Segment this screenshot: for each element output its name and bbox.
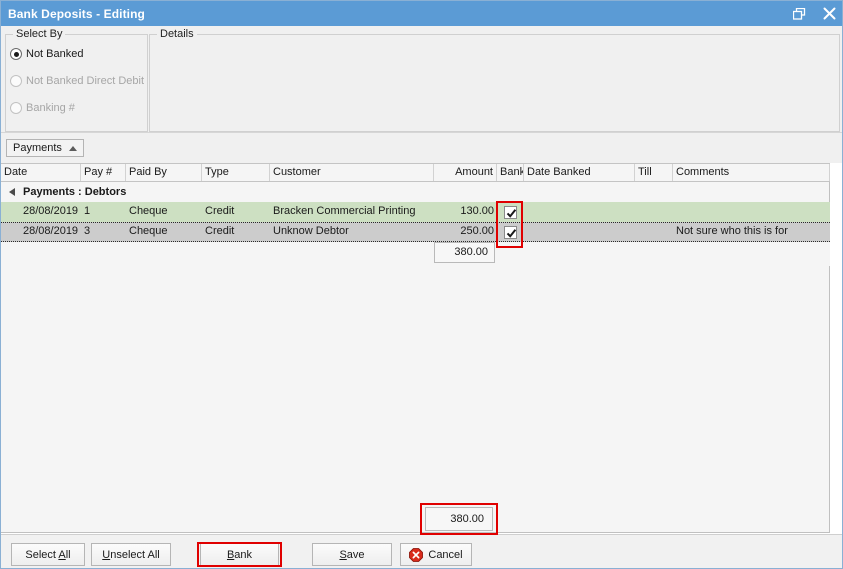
select-all-button[interactable]: Select All: [11, 543, 85, 566]
cell-paid_by: Cheque: [126, 202, 202, 222]
cell-paid_by: Cheque: [126, 223, 202, 241]
radio-indicator-banking-number: [10, 102, 22, 114]
group-total-spacer-type: [202, 242, 270, 266]
triangle-up-icon: [69, 146, 77, 151]
unselect-all-button[interactable]: Unselect All: [91, 543, 171, 566]
grid-body: 28/08/20191ChequeCreditBracken Commercia…: [1, 202, 829, 242]
table-row[interactable]: 28/08/20193ChequeCreditUnknow Debtor250.…: [1, 222, 830, 242]
cell-customer: Bracken Commercial Printing: [270, 202, 434, 222]
cell-pay_no: 1: [81, 202, 126, 222]
column-header-customer[interactable]: Customer: [270, 164, 434, 181]
table-row[interactable]: 28/08/20191ChequeCreditBracken Commercia…: [1, 202, 830, 222]
footer-button-bar: Select All Unselect All Bank Save Cancel: [1, 534, 843, 569]
group-total-spacer-paid_by: [126, 242, 202, 266]
cell-customer: Unknow Debtor: [270, 223, 434, 241]
save-button[interactable]: Save: [312, 543, 392, 566]
cell-date_banked: [524, 202, 635, 222]
cell-type: Credit: [202, 223, 270, 241]
radio-not-banked[interactable]: Not Banked: [10, 46, 83, 62]
cell-date: 28/08/2019: [1, 202, 81, 222]
close-icon[interactable]: [814, 1, 843, 26]
select-by-groupbox: Select By Not Banked Not Banked Direct D…: [5, 28, 148, 132]
cancel-icon: [409, 548, 423, 562]
details-groupbox: Details: [149, 28, 840, 132]
unselect-all-button-label: Unselect All: [102, 549, 159, 561]
column-header-paid_by[interactable]: Paid By: [126, 164, 202, 181]
select-all-button-label: Select All: [25, 549, 70, 561]
group-total-spacer-till: [635, 242, 673, 266]
window-title: Bank Deposits - Editing: [1, 7, 145, 21]
collapse-triangle-icon[interactable]: [9, 188, 15, 196]
cell-bank-checkbox[interactable]: [497, 223, 524, 241]
radio-label-not-banked: Not Banked: [26, 48, 83, 60]
details-groupbox-border: [149, 34, 840, 132]
group-chip-payments[interactable]: Payments: [6, 139, 84, 157]
checkbox-checked-icon[interactable]: [504, 206, 517, 219]
group-total-spacer-customer: [270, 242, 434, 266]
column-header-type[interactable]: Type: [202, 164, 270, 181]
restore-window-icon[interactable]: [784, 1, 814, 26]
cell-comments: [673, 202, 830, 222]
column-header-comments[interactable]: Comments: [673, 164, 830, 181]
details-legend: Details: [157, 28, 197, 40]
group-total-value: 380.00: [434, 242, 495, 263]
cell-pay_no: 3: [81, 223, 126, 241]
save-button-label: Save: [339, 549, 364, 561]
radio-indicator-not-banked: [10, 48, 22, 60]
cell-date_banked: [524, 223, 635, 241]
cancel-button[interactable]: Cancel: [400, 543, 472, 566]
select-by-legend: Select By: [13, 28, 65, 40]
cell-till: [635, 223, 673, 241]
grand-total-value: 380.00: [425, 507, 493, 531]
group-sort-bar: Payments: [1, 132, 843, 163]
column-header-amount[interactable]: Amount: [434, 164, 497, 181]
radio-not-banked-direct-debit: Not Banked Direct Debit: [10, 73, 144, 89]
radio-indicator-not-banked-direct-debit: [10, 75, 22, 87]
group-total-spacer-date_banked: [524, 242, 635, 266]
cancel-button-label: Cancel: [428, 549, 462, 561]
column-header-pay_no[interactable]: Pay #: [81, 164, 126, 181]
cell-bank-checkbox[interactable]: [497, 202, 524, 222]
cell-amount: 250.00: [434, 223, 497, 241]
window-controls: [784, 1, 843, 26]
group-total-spacer-comments: [673, 242, 830, 266]
cell-type: Credit: [202, 202, 270, 222]
grid-header-row: DatePay #Paid ByTypeCustomerAmountBankDa…: [1, 163, 830, 182]
bank-deposits-window: Bank Deposits - Editing Select By Not B: [0, 0, 843, 569]
payments-grid: DatePay #Paid ByTypeCustomerAmountBankDa…: [1, 163, 830, 533]
column-header-date[interactable]: Date: [1, 164, 81, 181]
cell-comments: Not sure who this is for: [673, 223, 830, 241]
cell-date: 28/08/2019: [1, 223, 81, 241]
grid-group-row[interactable]: Payments : Debtors: [1, 182, 829, 202]
radio-label-not-banked-direct-debit: Not Banked Direct Debit: [26, 75, 144, 87]
grid-group-total-row: 380.00: [1, 242, 830, 266]
column-header-till[interactable]: Till: [635, 164, 673, 181]
group-chip-label: Payments: [13, 142, 62, 154]
bank-button[interactable]: Bank: [200, 543, 279, 566]
column-header-bank[interactable]: Bank: [497, 164, 524, 181]
payments-grid-area: DatePay #Paid ByTypeCustomerAmountBankDa…: [1, 163, 843, 533]
radio-banking-number: Banking #: [10, 100, 75, 116]
top-panel: Select By Not Banked Not Banked Direct D…: [1, 26, 843, 132]
cell-till: [635, 202, 673, 222]
group-total-spacer-pay_no: [81, 242, 126, 266]
bank-button-label: Bank: [227, 549, 252, 561]
group-total-spacer-date: [1, 242, 81, 266]
group-total-spacer-bank: [497, 242, 524, 266]
cell-amount: 130.00: [434, 202, 497, 222]
grid-group-title: Payments : Debtors: [23, 186, 126, 198]
checkbox-checked-icon[interactable]: [504, 226, 517, 239]
group-total-cell: 380.00: [434, 242, 497, 266]
radio-label-banking-number: Banking #: [26, 102, 75, 114]
column-header-date_banked[interactable]: Date Banked: [524, 164, 635, 181]
title-bar: Bank Deposits - Editing: [1, 1, 843, 26]
